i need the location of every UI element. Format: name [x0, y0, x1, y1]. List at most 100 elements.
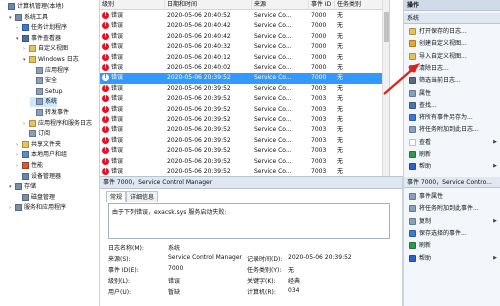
- column-task-category[interactable]: 任务类别: [335, 0, 383, 10]
- table-row[interactable]: ! 错误 2020-05-06 20:39:52 Service Co... 7003 无: [100, 136, 383, 146]
- action-item[interactable]: 将任务附加到此日志...: [404, 124, 500, 135]
- level-label: 级别(L):: [108, 278, 131, 285]
- datetime-cell: 2020-05-06 20:39:52: [167, 136, 231, 144]
- tree-node[interactable]: › 应用程序和服务日志: [23, 119, 92, 129]
- tree-node[interactable]: 系统: [30, 97, 58, 108]
- tree-node[interactable]: ▾ 事件查看器: [16, 34, 61, 44]
- source-cell: Service Co...: [254, 136, 292, 144]
- action-item[interactable]: 事件属性: [404, 191, 500, 202]
- category-cell: 无: [337, 64, 344, 71]
- table-row[interactable]: ! 错误 2020-05-06 20:40:42 Service Co... 7000 无: [100, 32, 383, 42]
- datetime-cell: 2020-05-06 20:39:52: [167, 157, 231, 165]
- action-item[interactable]: 刷新: [404, 149, 500, 160]
- help-icon: [409, 163, 416, 171]
- action-item[interactable]: 帮助 ▶: [404, 161, 500, 172]
- subscription-icon: [29, 130, 36, 138]
- level-value: 错误: [168, 278, 181, 285]
- table-row[interactable]: ! 错误 2020-05-06 20:40:02 Service Co... 7000 无: [100, 63, 383, 73]
- tree-node[interactable]: › 本地用户和组: [16, 150, 67, 160]
- datetime-cell: 2020-05-06 20:39:52: [167, 84, 231, 92]
- action-item[interactable]: 查找...: [404, 100, 500, 111]
- table-row[interactable]: ! 错误 2020-05-06 20:39:52 Service Co... 7003 无: [100, 167, 383, 176]
- tree-node[interactable]: › 服务和应用程序: [9, 203, 66, 213]
- tree-node[interactable]: 设备管理器: [16, 172, 61, 182]
- action-label: 帮助: [419, 163, 432, 171]
- refresh-icon: [409, 242, 416, 250]
- action-item[interactable]: 保存选择的事件...: [404, 228, 500, 239]
- table-row[interactable]: ! 错误 2020-05-06 20:40:52 Service Co... 7000 无: [100, 11, 383, 21]
- submenu-arrow-icon: ▶: [493, 163, 497, 170]
- help-icon: [409, 254, 416, 262]
- event-id-cell: 7003: [311, 95, 327, 103]
- category-cell: 无: [337, 105, 344, 113]
- table-row[interactable]: ! 错误 2020-05-06 20:39:52 Service Co... 7000 无: [100, 73, 383, 84]
- tree-node[interactable]: Setup: [30, 87, 62, 97]
- datetime-cell: 2020-05-06 20:40:42: [167, 22, 231, 30]
- event-viewer-icon: [22, 34, 29, 42]
- actions-section-event[interactable]: 事件 7000，Service Contro...: [404, 177, 500, 188]
- tree-node[interactable]: ▾ Windows 日志: [23, 55, 79, 65]
- level-text: 错误: [111, 84, 124, 92]
- table-row[interactable]: ! 错误 2020-05-06 20:39:52 Service Co... 7003 无: [100, 157, 383, 167]
- tree-node[interactable]: 转发事件: [30, 108, 69, 118]
- event-message-box[interactable]: 由于下列错误，exacsk.sys 服务启动失败:: [108, 203, 390, 239]
- tree-node[interactable]: 计算机管理(本地): [2, 2, 64, 12]
- action-item[interactable]: 刷新: [404, 240, 500, 251]
- event-id-cell: 7003: [311, 136, 327, 144]
- event-id-cell: 7000: [311, 53, 327, 61]
- log-name-value: 系统: [168, 245, 181, 252]
- table-row[interactable]: ! 错误 2020-05-06 20:39:52 Service Co... 7003 无: [100, 125, 383, 135]
- actions-section-system[interactable]: 系统: [404, 13, 500, 24]
- tree-node[interactable]: › 自定义视图: [23, 44, 68, 54]
- level-text: 错误: [111, 116, 124, 123]
- datetime-cell: 2020-05-06 20:40:42: [167, 32, 231, 40]
- datetime-cell: 2020-05-06 20:39:52: [167, 126, 231, 134]
- error-icon: !: [102, 22, 109, 30]
- column-datetime[interactable]: 日期和时间: [165, 0, 252, 10]
- table-row[interactable]: ! 错误 2020-05-06 20:39:52 Service Co... 7003 无: [100, 94, 383, 104]
- tab-details[interactable]: 详细信息: [126, 191, 159, 202]
- action-item[interactable]: 查看 ▶: [404, 137, 500, 148]
- action-item[interactable]: 帮助 ▶: [404, 253, 500, 264]
- level-cell: ! 错误: [102, 125, 123, 135]
- table-row[interactable]: ! 错误 2020-05-06 20:39:52 Service Co... 7003 无: [100, 115, 383, 125]
- event-properties-icon: [409, 193, 416, 200]
- scroll-thumb[interactable]: [384, 12, 389, 42]
- table-row[interactable]: ! 错误 2020-05-06 20:39:52 Service Co... 7003 无: [100, 105, 383, 115]
- tree-node[interactable]: › 任务计划程序: [16, 23, 67, 33]
- table-row[interactable]: ! 错误 2020-05-06 20:40:32 Service Co... 7000 无: [100, 42, 383, 52]
- category-value: 无: [288, 267, 295, 274]
- tree-node[interactable]: › 共享文件夹: [16, 140, 61, 150]
- tab-general[interactable]: 常规: [106, 191, 127, 202]
- tree-node[interactable]: 订阅: [23, 129, 50, 139]
- event-detail-pane: 事件 7000，Service Control Manager 常规 详细信息 …: [100, 176, 403, 306]
- level-text: 错误: [111, 64, 124, 71]
- event-message: 由于下列错误，exacsk.sys 服务启动失败:: [112, 209, 227, 216]
- tree-node[interactable]: 磁盘管理: [16, 193, 55, 203]
- table-row[interactable]: ! 错误 2020-05-06 20:40:12 Service Co... 7000 无: [100, 53, 383, 63]
- category-cell: 无: [337, 147, 344, 155]
- action-item[interactable]: 打开保存的日志...: [404, 26, 500, 37]
- table-row[interactable]: ! 错误 2020-05-06 20:39:52 Service Co... 7003 无: [100, 146, 383, 156]
- column-source[interactable]: 来源: [252, 0, 309, 10]
- tree-node[interactable]: ▾ 系统工具: [9, 13, 48, 23]
- table-row[interactable]: ! 错误 2020-05-06 20:39:52 Service Co... 7003 无: [100, 84, 383, 94]
- tree-node[interactable]: › 性能: [16, 161, 43, 171]
- action-item[interactable]: 将任务附加到此事件...: [404, 203, 500, 214]
- datetime-cell: 2020-05-06 20:39:52: [167, 147, 231, 155]
- category-cell: 无: [337, 53, 344, 61]
- action-item[interactable]: 将所有事件另存为...: [404, 112, 500, 123]
- event-id-cell: 7000: [311, 32, 327, 40]
- submenu-arrow-icon: ▶: [493, 254, 497, 261]
- table-row[interactable]: ! 错误 2020-05-06 20:40:42 Service Co... 7000 无: [100, 21, 383, 31]
- datetime-cell: 2020-05-06 20:40:52: [167, 12, 231, 19]
- column-level[interactable]: 级别: [100, 0, 165, 10]
- tree-node[interactable]: 应用程序: [30, 66, 69, 76]
- action-item[interactable]: 复制 ▶: [404, 216, 500, 227]
- submenu-arrow-icon: ▶: [493, 217, 497, 224]
- tree-node[interactable]: ▾ 存储: [9, 182, 36, 192]
- datetime-cell: 2020-05-06 20:39:52: [167, 74, 231, 82]
- column-event-id[interactable]: 事件 ID: [309, 0, 335, 10]
- tree-node[interactable]: 安全: [30, 76, 57, 86]
- action-item[interactable]: 创建自定义视图...: [404, 38, 500, 49]
